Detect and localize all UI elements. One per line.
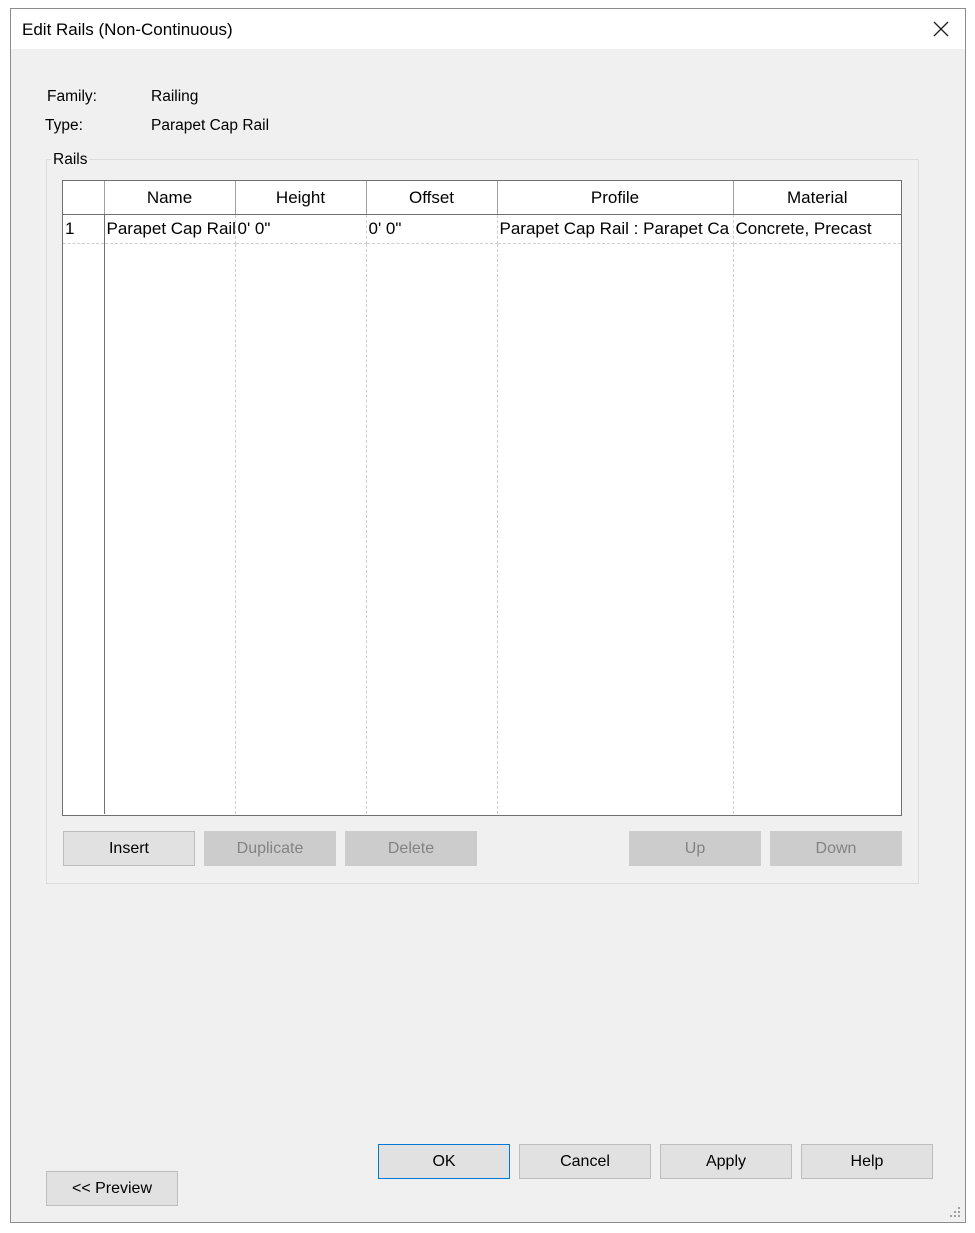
column-header-offset[interactable]: Offset [366,181,498,215]
help-button[interactable]: Help [801,1144,933,1179]
preview-button[interactable]: << Preview [46,1171,178,1206]
table-empty-area [63,243,901,815]
column-header-material[interactable]: Material [733,181,901,215]
ok-button[interactable]: OK [378,1144,510,1179]
empty-cell [366,243,498,814]
edit-rails-dialog: Edit Rails (Non-Continuous) Family: Rail… [10,8,966,1223]
close-icon [933,21,949,37]
insert-button[interactable]: Insert [63,831,195,866]
cancel-button[interactable]: Cancel [519,1144,651,1179]
family-value: Railing [151,88,199,105]
height-cell[interactable]: 0' 0" [235,214,367,244]
profile-cell[interactable]: Parapet Cap Rail : Parapet Ca [497,214,734,244]
dialog-title: Edit Rails (Non-Continuous) [22,20,233,39]
family-label: Family: [47,88,97,105]
material-cell[interactable]: Concrete, Precast [733,214,901,244]
duplicate-button[interactable]: Duplicate [204,831,336,866]
empty-cell [63,243,105,814]
type-label: Type: [45,117,83,134]
table-row[interactable]: 1 Parapet Cap Rail 0' 0" 0' 0" Parapet C… [63,214,901,244]
column-header-height[interactable]: Height [235,181,367,215]
row-number-cell[interactable]: 1 [63,214,105,244]
empty-cell [733,244,901,815]
table-header-row: Name Height Offset Profile Material [63,181,901,215]
empty-cell [497,243,734,814]
name-cell[interactable]: Parapet Cap Rail [104,214,236,244]
up-button[interactable]: Up [629,831,761,866]
apply-button[interactable]: Apply [660,1144,792,1179]
offset-cell[interactable]: 0' 0" [366,214,498,244]
close-button[interactable] [921,13,961,45]
type-value: Parapet Cap Rail [151,117,270,134]
resize-grip-icon[interactable] [949,1206,961,1218]
column-header-name[interactable]: Name [104,181,236,215]
rails-group-label: Rails [51,151,90,169]
empty-cell [104,243,236,814]
column-header-profile[interactable]: Profile [497,181,734,215]
title-bar: Edit Rails (Non-Continuous) [11,9,965,49]
delete-button[interactable]: Delete [345,831,477,866]
rails-table[interactable]: Name Height Offset Profile Material 1 Pa… [62,180,902,816]
down-button[interactable]: Down [770,831,902,866]
empty-cell [235,243,367,814]
column-header-row-number [63,181,105,215]
